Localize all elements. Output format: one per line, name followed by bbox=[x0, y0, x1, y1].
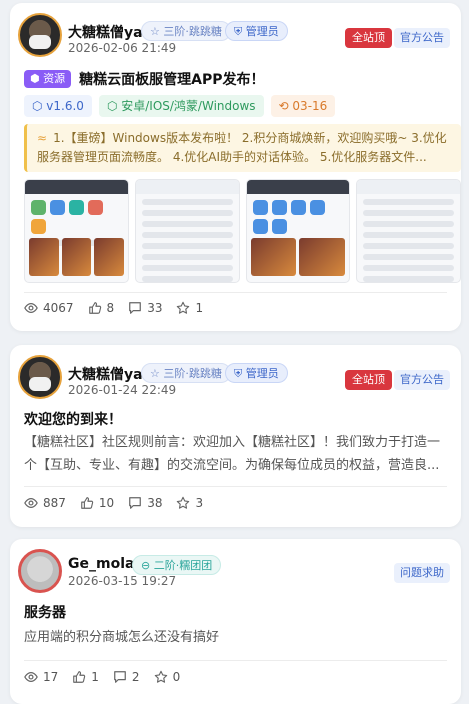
shield-icon: ⛨ bbox=[234, 367, 243, 380]
resource-badge: ⬢ 资源 bbox=[24, 70, 72, 88]
eye-icon bbox=[24, 496, 38, 510]
post-excerpt[interactable]: 应用端的积分商城怎么还没有搞好 bbox=[24, 626, 449, 649]
star-icon bbox=[176, 496, 190, 510]
cube-icon: ⬢ bbox=[30, 72, 40, 85]
screenshot-image[interactable] bbox=[245, 179, 351, 283]
category-badge[interactable]: 问题求助 bbox=[394, 563, 450, 583]
pinned-badge: 全站顶 bbox=[345, 28, 392, 48]
like-button[interactable]: 1 bbox=[72, 670, 99, 684]
avatar[interactable] bbox=[18, 13, 62, 57]
comment-button[interactable]: 33 bbox=[128, 301, 162, 315]
megaphone-icon: ≈ bbox=[37, 131, 48, 145]
star-button[interactable]: 1 bbox=[176, 301, 203, 315]
eye-icon bbox=[24, 301, 38, 315]
screenshot-image[interactable] bbox=[24, 179, 129, 283]
screenshot-image[interactable] bbox=[134, 179, 240, 283]
category-badge[interactable]: 官方公告 bbox=[394, 370, 450, 390]
avatar[interactable] bbox=[18, 355, 62, 399]
post-date: 2026-02-06 21:49 bbox=[68, 41, 177, 55]
post-title[interactable]: 糖糕云面板服管理APP发布！ bbox=[79, 69, 264, 89]
post-date: 2026-01-24 22:49 bbox=[68, 383, 177, 397]
admin-badge: ⛨ 管理员 bbox=[225, 21, 288, 41]
divider bbox=[24, 292, 447, 293]
author-name[interactable]: Ge_mola bbox=[68, 556, 134, 572]
like-button[interactable]: 8 bbox=[88, 301, 114, 315]
admin-badge: ⛨ 管理员 bbox=[225, 363, 288, 383]
update-date-chip: ⟲ 03-16 bbox=[270, 95, 336, 117]
author-name[interactable]: 大糖糕僧ya bbox=[68, 364, 143, 384]
views-stat: 17 bbox=[24, 670, 58, 684]
divider bbox=[24, 486, 447, 487]
category-badge[interactable]: 官方公告 bbox=[394, 28, 450, 48]
thumb-up-icon bbox=[80, 496, 94, 510]
post-title[interactable]: 欢迎您的到来！ bbox=[24, 409, 122, 429]
thumb-up-icon bbox=[88, 301, 102, 315]
changelog-notice: ≈1.【重磅】Windows版本发布啦！ 2.积分商城焕新，欢迎购买哦~ 3.优… bbox=[24, 124, 461, 172]
screenshot-image[interactable] bbox=[356, 179, 461, 283]
post-card[interactable]: 大糖糕僧ya ☆ 三阶·跳跳糖 ⛨ 管理员 全站顶 官方公告 2026-01-2… bbox=[10, 345, 461, 527]
star-button[interactable]: 0 bbox=[154, 670, 180, 684]
avatar[interactable] bbox=[18, 549, 62, 593]
comment-icon bbox=[113, 670, 127, 684]
shield-icon: ⛨ bbox=[234, 25, 243, 38]
post-card[interactable]: Ge_mola ⊖ 二阶·糯团团 问题求助 2026-03-15 19:27 服… bbox=[10, 539, 461, 704]
thumb-up-icon bbox=[72, 670, 86, 684]
post-excerpt[interactable]: 【糖糕社区】社区规则前言：欢迎加入【糖糕社区】！我们致力于打造一个【互助、专业、… bbox=[24, 431, 449, 477]
post-card[interactable]: 大糖糕僧ya ☆ 三阶·跳跳糖 ⛨ 管理员 全站顶 官方公告 2026-02-0… bbox=[10, 3, 461, 331]
star-icon bbox=[176, 301, 190, 315]
eye-icon bbox=[24, 670, 38, 684]
level-badge: ⊖ 二阶·糯团团 bbox=[132, 555, 222, 575]
star-icon bbox=[154, 670, 168, 684]
comment-button[interactable]: 2 bbox=[113, 670, 140, 684]
views-stat: 4067 bbox=[24, 301, 74, 315]
comment-icon bbox=[128, 496, 142, 510]
post-stats: 17 1 2 0 bbox=[24, 670, 180, 684]
post-date: 2026-03-15 19:27 bbox=[68, 574, 177, 588]
author-name[interactable]: 大糖糕僧ya bbox=[68, 22, 143, 42]
post-title[interactable]: 服务器 bbox=[24, 602, 66, 622]
star-button[interactable]: 3 bbox=[176, 496, 203, 510]
screenshot-gallery[interactable] bbox=[24, 179, 461, 283]
post-stats: 4067 8 33 1 bbox=[24, 301, 203, 315]
like-button[interactable]: 10 bbox=[80, 496, 114, 510]
version-chip: ⬡ v1.6.0 bbox=[24, 95, 92, 117]
post-stats: 887 10 38 3 bbox=[24, 496, 203, 510]
level-badge: ☆ 三阶·跳跳糖 bbox=[141, 21, 231, 41]
platform-chip: ⬡ 安卓/IOS/鸿蒙/Windows bbox=[98, 95, 264, 117]
comment-button[interactable]: 38 bbox=[128, 496, 162, 510]
comment-icon bbox=[128, 301, 142, 315]
level-badge: ☆ 三阶·跳跳糖 bbox=[141, 363, 231, 383]
views-stat: 887 bbox=[24, 496, 66, 510]
pinned-badge: 全站顶 bbox=[345, 370, 392, 390]
divider bbox=[24, 660, 447, 661]
